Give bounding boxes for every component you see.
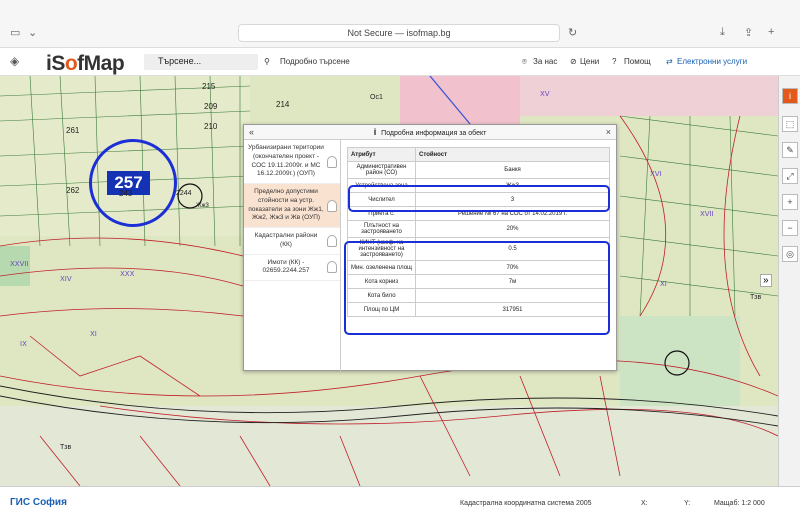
status-bar: ГИС София Кадастрална координатна систем…	[0, 486, 800, 519]
info-icon: i	[373, 127, 377, 137]
layer-item[interactable]: Кадастрални райони (КК)	[244, 228, 340, 255]
panel-header: « i Подробна информация за обект ×	[244, 125, 616, 140]
map-label: 214	[276, 100, 290, 109]
map-label: Жж3	[196, 203, 209, 209]
close-icon[interactable]: ×	[606, 125, 611, 140]
map-label: 210	[204, 122, 218, 131]
download-icon[interactable]: ⤓	[720, 26, 725, 39]
sidebar-toggle-icon[interactable]: ▭	[10, 26, 20, 39]
zone-highlight-box	[348, 185, 610, 212]
svg-text:XV: XV	[540, 90, 550, 98]
services-icon: ⇄	[666, 57, 673, 66]
menu-prices[interactable]: Цени	[580, 57, 599, 66]
collapse-icon[interactable]: «	[249, 125, 254, 140]
svg-text:XXVII: XXVII	[10, 260, 29, 268]
layer-pin-icon	[327, 155, 337, 168]
y-coordinate-label: Y:	[684, 500, 691, 507]
svg-text:XI: XI	[660, 280, 667, 288]
svg-text:XVII: XVII	[700, 210, 714, 218]
svg-text:XXX: XXX	[120, 270, 135, 278]
indicators-highlight-box	[344, 241, 610, 335]
map-label: Тзв	[750, 294, 762, 301]
advanced-search-icon[interactable]: ⚲	[264, 57, 270, 66]
locate-icon[interactable]: ◎	[782, 246, 798, 262]
reload-icon[interactable]: ↻	[568, 26, 577, 39]
map-label: 2244	[176, 190, 192, 197]
info-tool-icon[interactable]: i	[782, 88, 798, 104]
layer-item[interactable]: Пределно допустими стойности на устр. по…	[244, 184, 340, 229]
map-label: Ос1	[370, 94, 383, 101]
layer-list: Урбанизирани територии (окончателен прое…	[244, 140, 341, 371]
map-label: 262	[66, 186, 80, 195]
search-input[interactable]: Търсене...	[144, 54, 258, 70]
logo[interactable]: iSofMap	[46, 52, 125, 76]
map-label: Тзв	[60, 444, 72, 451]
zoom-in-icon[interactable]: +	[782, 194, 798, 210]
column-header: Стойност	[415, 147, 610, 162]
map-label: 261	[66, 126, 80, 135]
x-coordinate-label: X:	[641, 500, 648, 507]
fullscreen-icon[interactable]: ⤢	[782, 168, 798, 184]
object-info-panel: « i Подробна информация за обект × Урбан…	[243, 124, 617, 371]
measure-icon[interactable]: ✎	[782, 142, 798, 158]
map-pin-icon: ⌾	[522, 57, 527, 66]
svg-text:XIV: XIV	[60, 275, 72, 283]
zoom-out-icon[interactable]: −	[782, 220, 798, 236]
table-row: Административен район (СО) Банкя	[347, 161, 610, 179]
svg-text:XVI: XVI	[650, 170, 662, 178]
map-tools: i ⬚ ✎ ⤢ + − ◎	[778, 76, 800, 486]
layers-icon[interactable]: ◈	[10, 54, 19, 68]
menu-services[interactable]: Електронни услуги	[677, 57, 747, 66]
select-area-icon[interactable]: ⬚	[782, 116, 798, 132]
expand-panel-icon[interactable]: »	[760, 274, 772, 287]
layer-pin-icon	[327, 234, 337, 247]
column-header: Атрибут	[347, 147, 416, 162]
layer-pin-icon	[327, 261, 337, 274]
browser-toolbar: ▭ ⌄ Not Secure — isofmap.bg ↻ ⤓ ⇪ +	[0, 0, 800, 48]
menu-about[interactable]: За нас	[533, 57, 557, 66]
gis-sofia-logo: ГИС София	[10, 497, 67, 508]
svg-text:XI: XI	[90, 330, 97, 338]
map-label: 215	[202, 82, 216, 91]
help-icon: ?	[612, 57, 617, 66]
share-icon[interactable]: ⇪	[744, 26, 753, 39]
layer-item[interactable]: Имоти (КК) - 02659.2244.257	[244, 255, 340, 282]
svg-text:IX: IX	[20, 340, 27, 348]
menu-help[interactable]: Помощ	[624, 57, 651, 66]
map-label: 243	[119, 189, 133, 198]
chevron-down-icon[interactable]: ⌄	[28, 26, 37, 39]
layer-item[interactable]: Урбанизирани територии (окончателен прое…	[244, 140, 340, 185]
tag-icon: ⊘	[570, 57, 577, 66]
address-bar[interactable]: Not Secure — isofmap.bg	[238, 24, 560, 42]
panel-title: Подробна информация за обект	[381, 130, 487, 137]
layer-pin-icon	[327, 199, 337, 212]
map-label: 209	[204, 102, 218, 111]
scale-readout: Мащаб: 1:2 000	[714, 500, 765, 507]
advanced-search-link[interactable]: Подробно търсене	[280, 57, 350, 66]
table-row: Плътност на застрояването 20%	[347, 220, 610, 238]
add-tab-icon[interactable]: +	[768, 26, 774, 38]
coordinate-system: Кадастрална координатна система 2005	[460, 500, 592, 507]
